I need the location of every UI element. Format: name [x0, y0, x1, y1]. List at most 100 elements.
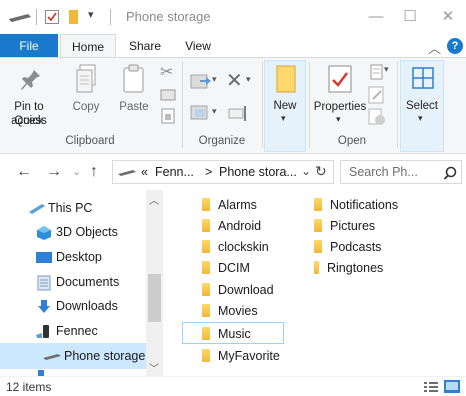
nav-item-label: Phone storage	[64, 349, 146, 363]
nav-item-label: This PC	[48, 201, 93, 215]
computer-icon	[29, 204, 45, 214]
folder-item[interactable]: DCIM	[202, 257, 250, 279]
customize-toolbar-icon[interactable]: ▾	[88, 8, 94, 21]
search-box[interactable]: Search Ph...	[340, 160, 462, 184]
address-overflow[interactable]: «	[141, 165, 148, 179]
title-bar: ▾ Phone storage — ☐ ✕	[0, 0, 466, 34]
folder-icon	[202, 349, 210, 362]
help-icon[interactable]: ?	[447, 38, 463, 54]
pin-to-quick-access-button[interactable]: Pin to Quick access	[0, 62, 58, 132]
clipboard-group-label: Clipboard	[65, 135, 115, 147]
nav-item-fennec[interactable]: Fennec	[0, 319, 146, 344]
nav-item-downloads[interactable]: Downloads	[0, 294, 146, 319]
maximize-button[interactable]: ☐	[390, 6, 430, 28]
nav-item-label: Documents	[56, 275, 120, 289]
drive-icon	[9, 14, 31, 22]
nav-scrollbar-thumb[interactable]	[148, 274, 161, 322]
navigation-pane: This PC 3D Objects Desktop Documents Dow…	[0, 190, 164, 376]
address-row: ← → ⌄ ↑ « Fenn... > Phone stora... ⌄ ↻ S…	[0, 154, 466, 190]
nav-item-label: 3D Objects	[56, 225, 118, 239]
select-button[interactable]: Select ▾	[400, 60, 444, 152]
tab-share[interactable]: Share	[120, 34, 170, 58]
folder-item[interactable]: Movies	[202, 300, 258, 322]
file-list: Alarms Android clockskin DCIM Download M…	[164, 190, 466, 376]
folder-item[interactable]: Podcasts	[314, 236, 381, 258]
open-dropdown-icon[interactable]: ▾	[384, 64, 389, 75]
paste-shortcut-icon[interactable]	[160, 108, 176, 124]
copy-icon	[76, 64, 96, 93]
edit-icon[interactable]	[368, 86, 386, 104]
history-icon[interactable]	[368, 108, 386, 126]
nav-item-phone-storage[interactable]: Phone storage	[0, 343, 146, 369]
refresh-icon[interactable]: ↻	[315, 163, 327, 180]
tab-file[interactable]: File	[0, 34, 58, 58]
nav-item-desktop[interactable]: Desktop	[0, 245, 146, 270]
ribbon-separator	[397, 62, 398, 148]
new-button[interactable]: New ▾	[264, 60, 306, 152]
properties-button[interactable]: Properties ▾	[312, 62, 368, 132]
properties-quick-icon[interactable]	[44, 9, 60, 25]
address-separator[interactable]: >	[205, 165, 212, 179]
new-dropdown-icon: ▾	[281, 113, 286, 123]
copy-button[interactable]: Copy	[64, 62, 108, 132]
collapse-ribbon-icon[interactable]: ︿	[428, 38, 441, 57]
folder-item[interactable]: Notifications	[314, 194, 398, 216]
cube-icon	[37, 226, 51, 240]
select-dropdown-icon: ▾	[418, 113, 423, 123]
address-dropdown-icon[interactable]: ⌄	[301, 164, 311, 178]
folder-item[interactable]: Download	[202, 279, 274, 301]
delete-icon[interactable]: ✕	[226, 68, 243, 93]
ribbon-separator	[309, 62, 310, 148]
paste-button[interactable]: Paste	[112, 62, 156, 132]
rename-icon[interactable]	[228, 104, 248, 122]
properties-label: Properties	[313, 101, 367, 113]
pin-icon	[21, 70, 40, 90]
address-bar[interactable]: « Fenn... > Phone stora... ⌄ ↻	[112, 160, 334, 184]
back-arrow-icon[interactable]: ←	[16, 163, 32, 181]
properties-dropdown-icon: ▾	[336, 114, 341, 124]
move-to-icon[interactable]	[190, 72, 212, 90]
search-icon[interactable]	[443, 166, 457, 180]
folder-item[interactable]: Android	[202, 215, 261, 237]
folder-item-selected[interactable]: Music	[182, 322, 284, 344]
forward-arrow-icon[interactable]: →	[46, 163, 62, 181]
nav-item-this-pc[interactable]: This PC	[0, 196, 146, 221]
folder-icon	[202, 304, 210, 317]
copy-path-icon[interactable]	[160, 88, 176, 102]
folder-item[interactable]: Pictures	[314, 215, 375, 237]
tab-home[interactable]: Home	[60, 34, 116, 58]
desktop-icon	[36, 252, 52, 263]
organize-group-label: Organize	[198, 135, 246, 147]
folder-icon	[202, 198, 210, 211]
folder-item[interactable]: MyFavorite	[202, 345, 280, 367]
nav-item-label: Downloads	[56, 299, 118, 313]
new-folder-quick-icon[interactable]	[68, 9, 80, 25]
address-segment-fennec[interactable]: Fenn...	[155, 165, 194, 179]
copy-to-icon[interactable]	[190, 104, 212, 122]
ribbon: Pin to Quick access Copy Paste ✂ Clipboa…	[0, 57, 466, 154]
cut-icon[interactable]: ✂	[160, 62, 173, 82]
tab-view[interactable]: View	[174, 34, 222, 58]
copy-to-dropdown-icon[interactable]: ▾	[212, 106, 217, 117]
delete-dropdown-icon[interactable]: ▾	[246, 74, 251, 85]
document-icon	[37, 275, 51, 291]
window-title: Phone storage	[126, 9, 211, 24]
folder-item[interactable]: clockskin	[202, 236, 269, 258]
recent-locations-icon[interactable]: ⌄	[72, 165, 81, 178]
properties-icon	[328, 65, 352, 93]
address-segment-phone-storage[interactable]: Phone stora...	[219, 165, 297, 179]
folder-item[interactable]: Alarms	[202, 194, 257, 216]
details-view-icon[interactable]	[424, 381, 438, 393]
nav-item-3d-objects[interactable]: 3D Objects	[0, 220, 146, 245]
close-button[interactable]: ✕	[428, 6, 466, 28]
scroll-down-icon[interactable]: ﹀	[149, 360, 159, 375]
folder-item[interactable]: Ringtones	[314, 257, 383, 279]
up-arrow-icon[interactable]: ↑	[90, 163, 98, 181]
large-icons-view-icon[interactable]	[444, 380, 460, 393]
folder-icon	[202, 219, 210, 232]
nav-item-documents[interactable]: Documents	[0, 270, 146, 295]
drive-icon	[43, 354, 61, 360]
title-separator	[110, 9, 111, 25]
scroll-up-icon[interactable]: ︿	[149, 192, 159, 207]
move-to-dropdown-icon[interactable]: ▾	[212, 74, 217, 85]
